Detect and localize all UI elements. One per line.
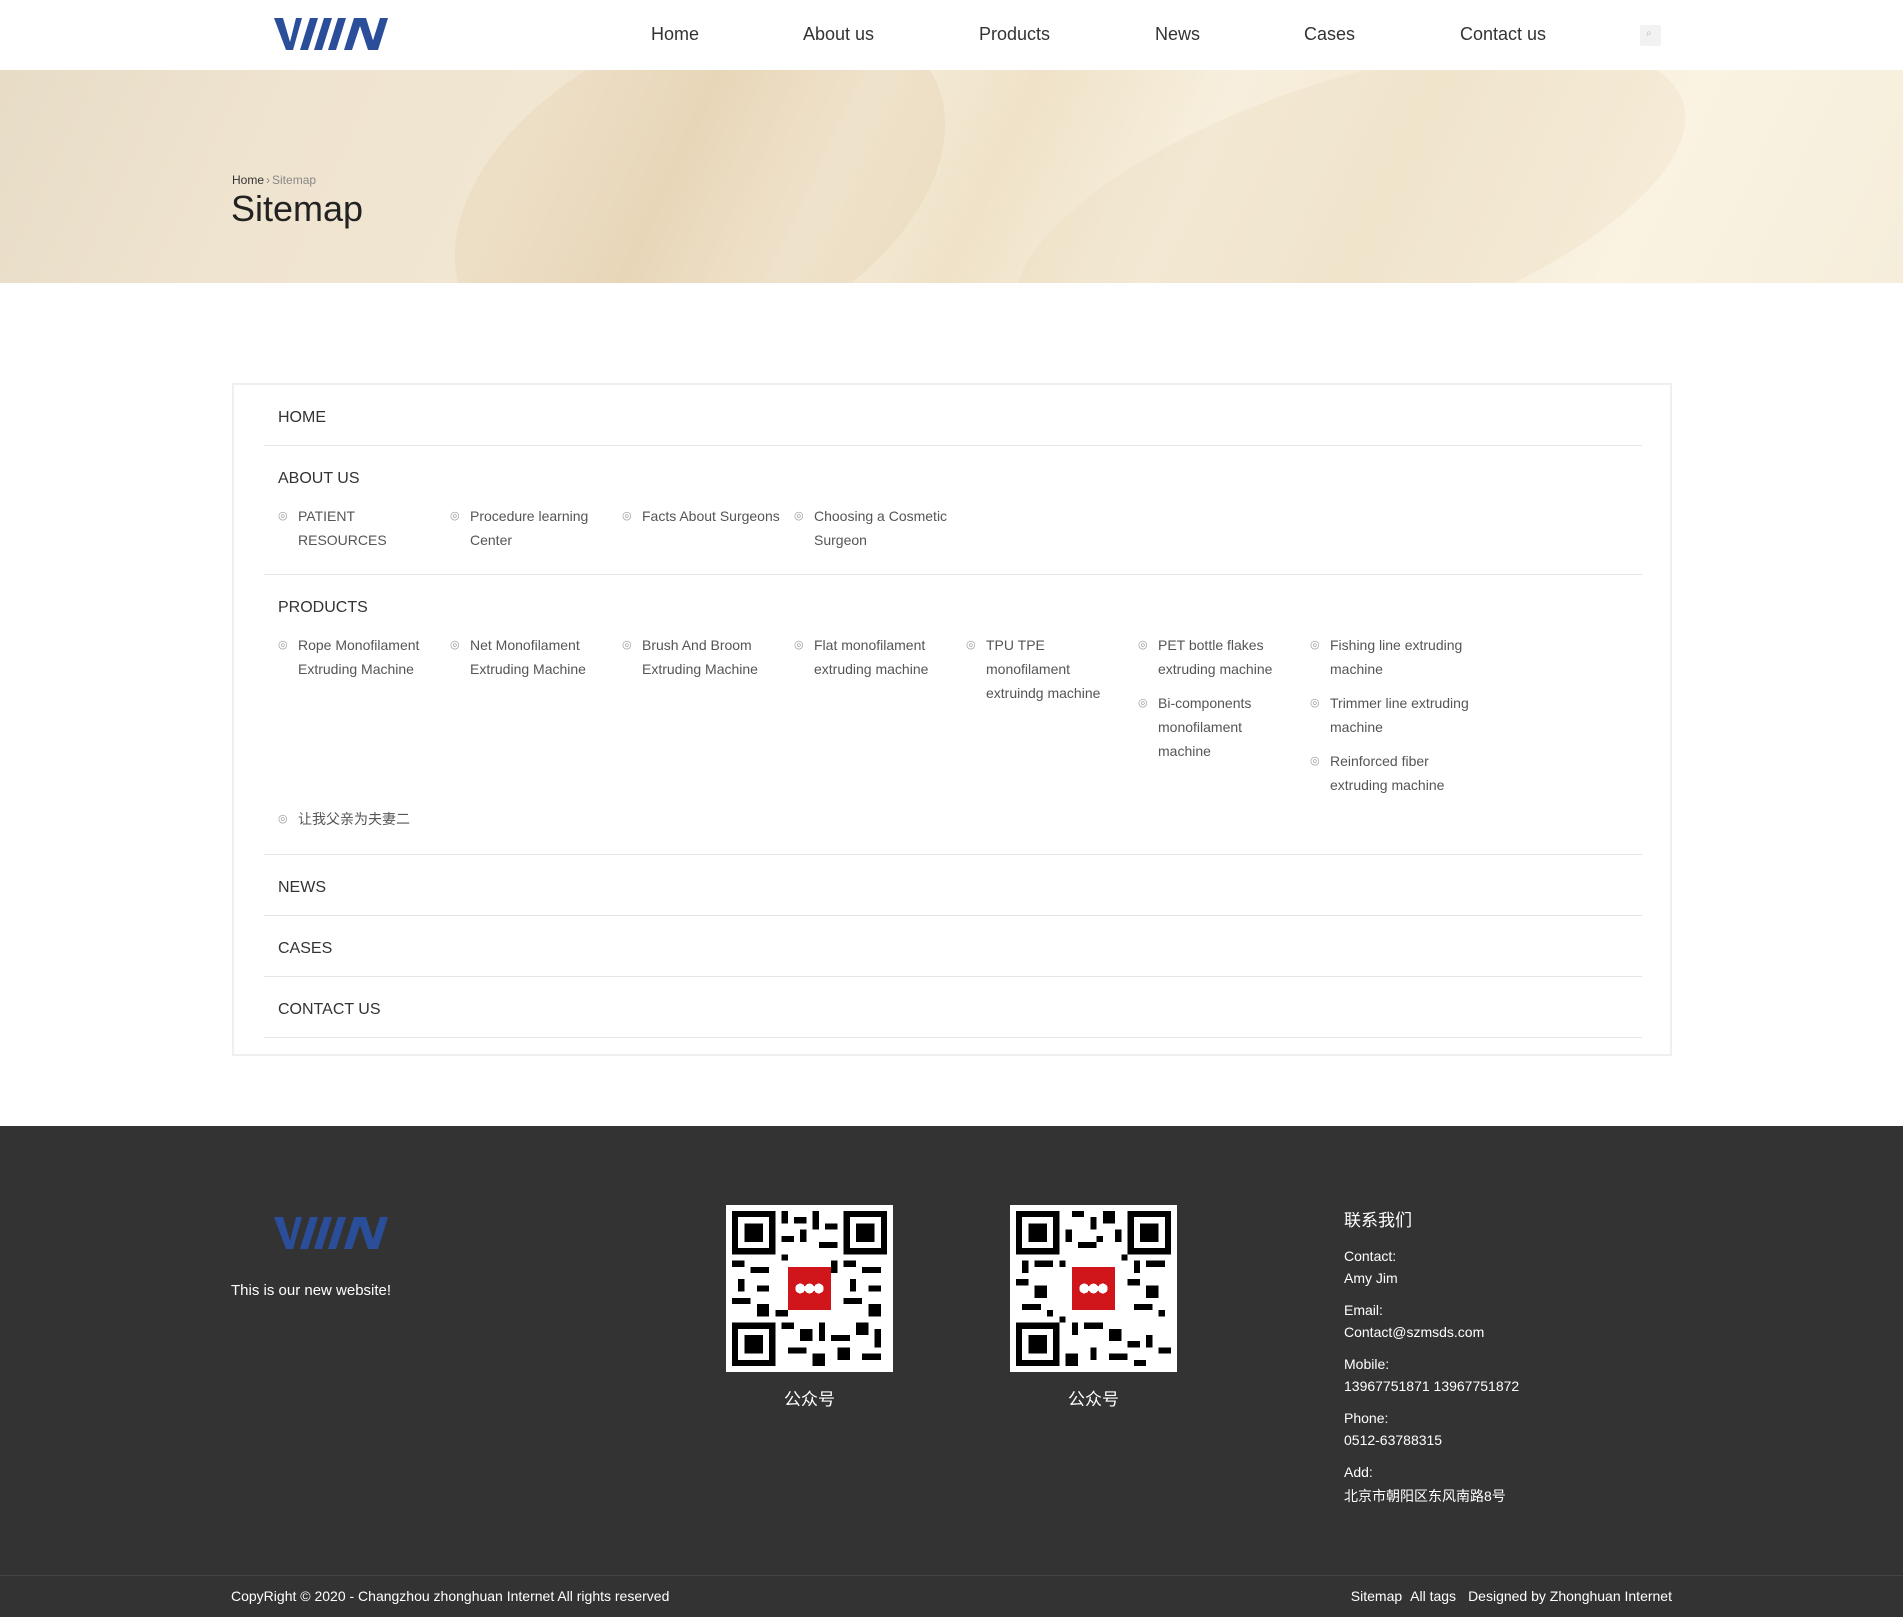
sitemap-news-link[interactable]: NEWS (278, 879, 326, 897)
qr-code-label: 公众号 (1068, 1390, 1119, 1409)
breadcrumb-home-link[interactable]: Home (232, 173, 264, 187)
sitemap-about-item[interactable]: Procedure learning Center (450, 504, 600, 552)
sitemap-product-item[interactable]: Trimmer line extruding machine (1310, 691, 1480, 739)
sitemap-product-item[interactable]: Flat monofilament extruding machine (794, 633, 944, 681)
nav-home[interactable]: Home (651, 24, 699, 45)
breadcrumb-current: Sitemap (272, 173, 317, 187)
footer-tagline: This is our new website! (231, 1282, 392, 1299)
nav-products[interactable]: Products (979, 24, 1050, 45)
footer-link-sitemap[interactable]: Sitemap (1351, 1588, 1402, 1604)
sitemap-product-item[interactable]: Bi-components monofilament machine (1138, 691, 1278, 763)
footer-phone-label: Phone: (1344, 1410, 1389, 1426)
footer-email-label: Email: (1344, 1302, 1383, 1318)
sitemap-product-item[interactable]: 让我父亲为夫妻二 (278, 807, 458, 831)
footer-link-designer[interactable]: Designed by Zhonghuan Internet (1468, 1588, 1672, 1604)
sitemap-product-item[interactable]: PET bottle flakes extruding machine (1138, 633, 1288, 681)
sitemap-section-products: PRODUCTS Rope Monofilament Extruding Mac… (264, 575, 1642, 855)
sitemap-product-item[interactable]: Reinforced fiber extruding machine (1310, 749, 1460, 797)
sitemap-section-about: ABOUT US PATIENT RESOURCES Procedure lea… (264, 446, 1642, 575)
footer-address-value: 北京市朝阳区东风南路8号 (1344, 1488, 1506, 1504)
sitemap-about-item[interactable]: Choosing a Cosmetic Surgeon (794, 504, 964, 552)
site-footer: This is our new website! 公众号 公众号 联系我们 Co… (0, 1126, 1903, 1617)
sitemap-panel: HOME ABOUT US PATIENT RESOURCES Procedur… (232, 383, 1672, 1056)
sitemap-contact-link[interactable]: CONTACT US (278, 1001, 381, 1019)
banner-decoration (976, 70, 1724, 283)
footer-phone-value: 0512-63788315 (1344, 1432, 1443, 1448)
footer-mobile-label: Mobile: (1344, 1356, 1390, 1372)
sitemap-section-contact: CONTACT US (264, 977, 1642, 1038)
breadcrumb-separator: › (266, 173, 271, 187)
nav-about-us[interactable]: About us (803, 24, 874, 45)
footer-address-label: Add: (1344, 1464, 1373, 1480)
sitemap-product-item[interactable]: TPU TPE monofilament extruindg machine (966, 633, 1106, 705)
footer-copyright: CopyRight © 2020 - Changzhou zhonghuan I… (231, 1588, 670, 1604)
page-title: Sitemap (231, 188, 364, 229)
footer-divider (0, 1575, 1903, 1576)
site-header: Home About us Products News Cases Contac… (0, 0, 1903, 70)
footer-links: Sitemap All tags Designed by Zhonghuan Int… (1343, 1588, 1672, 1604)
sitemap-section-home: HOME (264, 385, 1642, 446)
sitemap-about-item[interactable]: PATIENT RESOURCES (278, 504, 428, 552)
sitemap-product-item[interactable]: Brush And Broom Extruding Machine (622, 633, 772, 681)
nav-news[interactable]: News (1155, 24, 1200, 45)
qr-code-label: 公众号 (784, 1390, 835, 1409)
sitemap-home-link[interactable]: HOME (278, 409, 326, 427)
sitemap-product-item[interactable]: Fishing line extruding machine (1310, 633, 1470, 681)
sitemap-product-item[interactable]: Net Monofilament Extruding Machine (450, 633, 600, 681)
banner-decoration (396, 70, 1004, 283)
sitemap-product-item[interactable]: Rope Monofilament Extruding Machine (278, 633, 428, 681)
sitemap-cases-link[interactable]: CASES (278, 940, 332, 958)
footer-contact-title: 联系我们 (1344, 1211, 1412, 1230)
footer-link-all-tags[interactable]: All tags (1410, 1588, 1456, 1604)
search-icon[interactable]: ⌕ (1640, 25, 1661, 46)
footer-logo[interactable] (274, 1215, 388, 1251)
sitemap-section-news: NEWS (264, 855, 1642, 916)
footer-contact-label: Contact: (1344, 1248, 1397, 1264)
nav-contact-us[interactable]: Contact us (1460, 24, 1546, 45)
nav-cases[interactable]: Cases (1304, 24, 1355, 45)
brand-logo[interactable] (274, 16, 388, 52)
sitemap-about-item[interactable]: Facts About Surgeons (622, 504, 792, 528)
breadcrumb: Home › Sitemap (232, 173, 316, 187)
sitemap-products-link[interactable]: PRODUCTS (278, 599, 368, 617)
page-banner: Home › Sitemap Sitemap (0, 70, 1903, 283)
footer-email-value[interactable]: Contact@szmsds.com (1344, 1324, 1484, 1340)
sitemap-section-cases: CASES (264, 916, 1642, 977)
sitemap-about-link[interactable]: ABOUT US (278, 470, 360, 488)
qr-code-image (1010, 1205, 1177, 1372)
footer-mobile-value: 13967751871 13967751872 (1344, 1378, 1520, 1394)
footer-contact-value: Amy Jim (1344, 1270, 1398, 1286)
qr-code-image (726, 1205, 893, 1372)
